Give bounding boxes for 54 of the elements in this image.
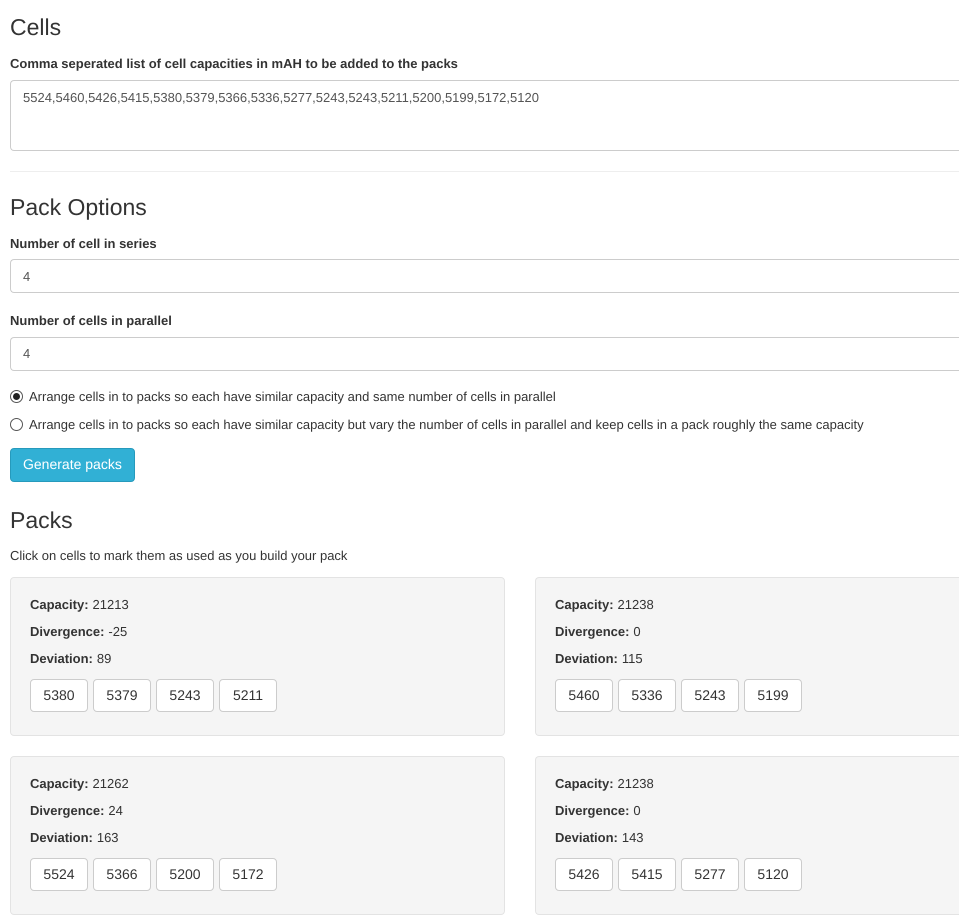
radio-button[interactable] — [10, 418, 23, 432]
section-heading: Cells — [10, 13, 62, 39]
stat-value: 21262 — [92, 777, 129, 790]
field-label: Number of cell in series — [10, 234, 157, 252]
field-label: Number of cells in parallel — [10, 312, 172, 330]
stat-value: 21213 — [92, 598, 129, 611]
cell-button[interactable]: 5199 — [744, 679, 802, 712]
stat-label: Deviation: — [555, 652, 618, 665]
radio-label: Arrange cells in to packs so each have similar capacity but vary the number of cells in parallel and keep cells in a pack roughly the same capacity — [29, 416, 864, 434]
stat-label: Divergence: — [555, 804, 630, 817]
stat-value: 24 — [108, 804, 123, 817]
number-field[interactable]: 4 — [10, 259, 959, 293]
cell-button[interactable]: 5380 — [30, 679, 88, 712]
radio-button[interactable] — [10, 390, 23, 403]
stat-label: Divergence: — [555, 625, 630, 638]
cell-button[interactable]: 5415 — [618, 858, 676, 891]
stat-label: Deviation: — [555, 831, 618, 844]
cell-button[interactable]: 5120 — [744, 858, 802, 891]
stat-value: 89 — [96, 652, 112, 665]
stat-label: Deviation: — [30, 831, 93, 844]
cell-button[interactable]: 5379 — [93, 679, 151, 712]
cell-button[interactable]: 5172 — [219, 858, 277, 891]
cell-button[interactable]: 5243 — [156, 679, 214, 712]
stat-label: Divergence: — [30, 625, 104, 638]
stat-value: 143 — [622, 831, 644, 844]
stat-label: Deviation: — [30, 652, 93, 665]
cell-button[interactable]: 5460 — [555, 679, 613, 712]
stat-value: -25 — [108, 625, 128, 638]
capacities-field[interactable]: 5524,5460,5426,5415,5380,5379,5366,5336,5277,5243,5243,5211,5200,5199,5172,5120 — [10, 80, 959, 150]
field-label: Comma seperated list of cell capacities in mAH to be added to the packs — [10, 55, 458, 73]
stat-label: Capacity: — [555, 598, 614, 611]
stat-value: 163 — [96, 831, 119, 844]
number-field[interactable]: 4 — [10, 336, 959, 370]
stat-value: 115 — [622, 652, 643, 665]
section-heading: Packs — [10, 508, 73, 532]
stat-value: 21238 — [618, 598, 654, 611]
stat-label: Capacity: — [30, 598, 89, 611]
stat-label: Capacity: — [30, 777, 89, 790]
stat-value: 0 — [633, 625, 641, 638]
stat-label: Capacity: — [555, 777, 614, 790]
stat-label: Divergence: — [30, 804, 104, 817]
stat-value: 21238 — [618, 777, 654, 790]
cell-button[interactable]: 5243 — [681, 679, 739, 712]
cell-button[interactable]: 5336 — [618, 679, 676, 712]
cell-button[interactable]: 5277 — [681, 858, 739, 891]
section-heading: Pack Options — [10, 196, 147, 218]
cell-button[interactable]: 5200 — [156, 858, 214, 891]
cell-button[interactable]: 5211 — [219, 679, 277, 712]
cell-button[interactable]: 5426 — [555, 858, 613, 891]
stat-value: 0 — [633, 804, 641, 817]
hint-text: Click on cells to mark them as used as you build your pack — [10, 546, 348, 565]
cell-button[interactable]: 5366 — [93, 858, 151, 891]
cell-button[interactable]: 5524 — [30, 858, 88, 891]
radio-label: Arrange cells in to packs so each have similar capacity and same number of cells in parallel — [29, 388, 556, 406]
